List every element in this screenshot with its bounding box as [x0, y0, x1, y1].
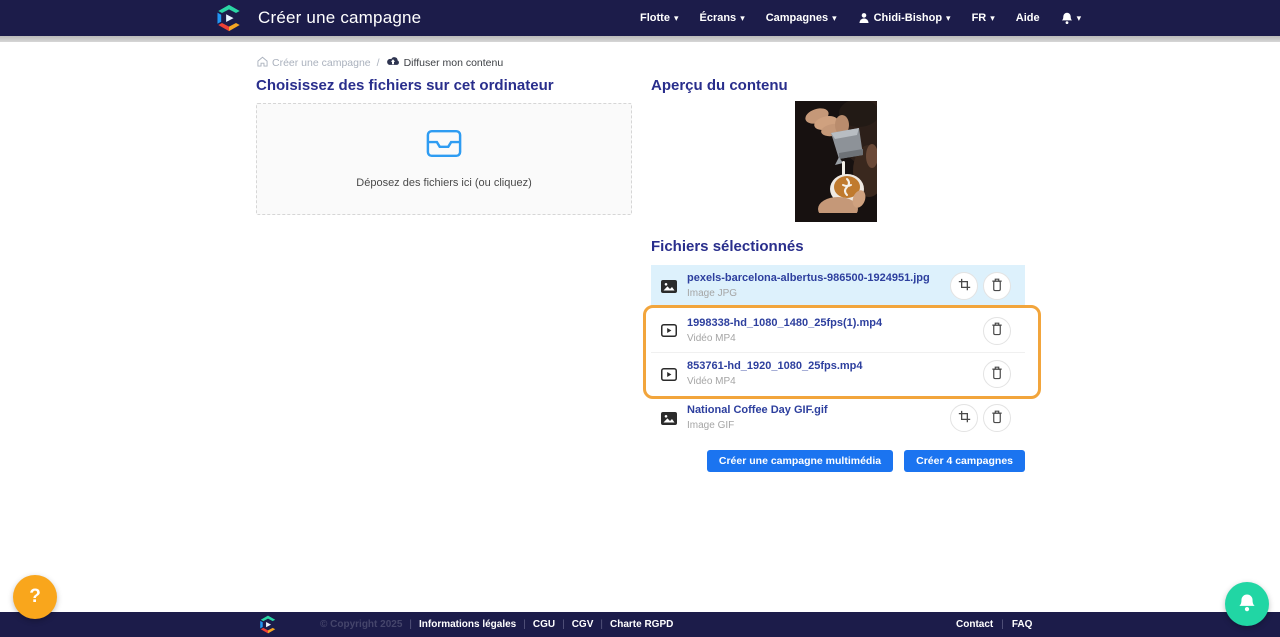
file-name-link[interactable]: 1998338-hd_1080_1480_25fps(1).mp4 — [687, 318, 983, 329]
file-dropzone[interactable]: Déposez des fichiers ici (ou cliquez) — [256, 103, 632, 215]
file-type-label: Image JPG — [687, 289, 950, 299]
delete-button[interactable] — [983, 360, 1011, 388]
selected-files-heading: Fichiers sélectionnés — [651, 238, 804, 255]
navbar-menu: Flotte ▾ Écrans ▾ Campagnes ▾ Chidi-Bish… — [640, 0, 1081, 36]
chevron-down-icon: ▾ — [990, 14, 995, 23]
footer-link-faq[interactable]: FAQ — [1012, 619, 1033, 630]
nav-item-flotte[interactable]: Flotte ▾ — [640, 12, 678, 24]
cloud-upload-icon — [386, 56, 400, 70]
nav-item-ecrans[interactable]: Écrans ▾ — [699, 12, 744, 24]
bell-icon — [1061, 12, 1073, 25]
crop-button[interactable] — [950, 404, 978, 432]
file-row-jpg[interactable]: pexels-barcelona-albertus-986500-1924951… — [651, 265, 1025, 307]
crop-button[interactable] — [950, 272, 978, 300]
delete-button[interactable] — [983, 272, 1011, 300]
file-name-link[interactable]: National Coffee Day GIF.gif — [687, 405, 950, 416]
file-name-link[interactable]: 853761-hd_1920_1080_25fps.mp4 — [687, 361, 983, 372]
chevron-down-icon: ▾ — [946, 14, 951, 23]
footer-link-legal[interactable]: Informations légales — [419, 619, 516, 630]
chevron-down-icon: ▾ — [674, 14, 679, 23]
nav-item-campagnes[interactable]: Campagnes ▾ — [766, 12, 837, 24]
image-file-icon — [661, 280, 677, 293]
content-preview-image — [795, 101, 877, 222]
footer-link-cgv[interactable]: CGV — [572, 619, 594, 630]
user-icon — [858, 12, 870, 24]
footer-link-cgu[interactable]: CGU — [533, 619, 555, 630]
file-type-label: Vidéo MP4 — [687, 334, 983, 344]
help-fab-button[interactable]: ? — [13, 575, 57, 619]
trash-icon — [991, 278, 1003, 295]
footer-link-rgpd[interactable]: Charte RGPD — [610, 619, 673, 630]
top-navbar: Créer une campagne Flotte ▾ Écrans ▾ Cam… — [0, 0, 1280, 36]
navbar-shadow — [0, 36, 1280, 42]
copyright-label: © Copyright 2025 — [320, 619, 402, 630]
create-campaigns-button[interactable]: Créer 4 campagnes — [904, 450, 1025, 472]
footer-link-contact[interactable]: Contact — [956, 619, 993, 630]
file-type-label: Image GIF — [687, 421, 950, 431]
nav-item-notifications[interactable]: ▾ — [1061, 12, 1082, 25]
bell-icon — [1238, 593, 1256, 616]
delete-button[interactable] — [983, 404, 1011, 432]
breadcrumb: Créer une campagne / Diffuser mon conten… — [257, 56, 503, 70]
breadcrumb-item-home[interactable]: Créer une campagne — [257, 56, 371, 70]
selected-files-list: pexels-barcelona-albertus-986500-1924951… — [651, 265, 1025, 472]
nav-item-aide[interactable]: Aide — [1016, 12, 1040, 24]
home-icon — [257, 56, 268, 70]
notification-fab-button[interactable] — [1225, 582, 1269, 626]
breadcrumb-separator: / — [377, 57, 380, 69]
breadcrumb-item-current[interactable]: Diffuser mon contenu — [386, 56, 504, 70]
file-type-label: Vidéo MP4 — [687, 377, 983, 387]
dropzone-label: Déposez des fichiers ici (ou cliquez) — [356, 177, 531, 189]
file-row-mp4-1[interactable]: 1998338-hd_1080_1480_25fps(1).mp4 Vidéo … — [651, 309, 1025, 352]
preview-heading: Aperçu du contenu — [651, 77, 788, 94]
trash-icon — [991, 322, 1003, 339]
inbox-icon — [426, 129, 462, 163]
campaign-actions: Créer une campagne multimédia Créer 4 ca… — [651, 450, 1025, 472]
page-title: Créer une campagne — [258, 8, 421, 28]
file-name-link[interactable]: pexels-barcelona-albertus-986500-1924951… — [687, 273, 950, 284]
chevron-down-icon: ▾ — [1077, 14, 1082, 23]
file-row-mp4-2[interactable]: 853761-hd_1920_1080_25fps.mp4 Vidéo MP4 — [651, 352, 1025, 395]
crop-icon — [958, 278, 971, 294]
nav-item-language[interactable]: FR ▾ — [972, 12, 995, 24]
crop-icon — [958, 410, 971, 426]
delete-button[interactable] — [983, 317, 1011, 345]
image-file-icon — [661, 412, 677, 425]
highlighted-file-group: 1998338-hd_1080_1480_25fps(1).mp4 Vidéo … — [651, 309, 1025, 395]
chevron-down-icon: ▾ — [832, 14, 837, 23]
video-file-icon — [661, 368, 677, 381]
footer: © Copyright 2025 | Informations légales … — [0, 612, 1280, 637]
chevron-down-icon: ▾ — [740, 14, 745, 23]
footer-logo-icon — [258, 615, 278, 634]
trash-icon — [991, 410, 1003, 427]
trash-icon — [991, 366, 1003, 383]
nav-item-account[interactable]: Chidi-Bishop ▾ — [858, 12, 951, 24]
app-logo-icon[interactable] — [214, 4, 244, 32]
create-multimedia-campaign-button[interactable]: Créer une campagne multimédia — [707, 450, 893, 472]
brand: Créer une campagne — [214, 4, 421, 32]
video-file-icon — [661, 324, 677, 337]
file-row-gif[interactable]: National Coffee Day GIF.gif Image GIF — [651, 397, 1025, 439]
upload-heading: Choisissez des fichiers sur cet ordinate… — [256, 77, 554, 94]
